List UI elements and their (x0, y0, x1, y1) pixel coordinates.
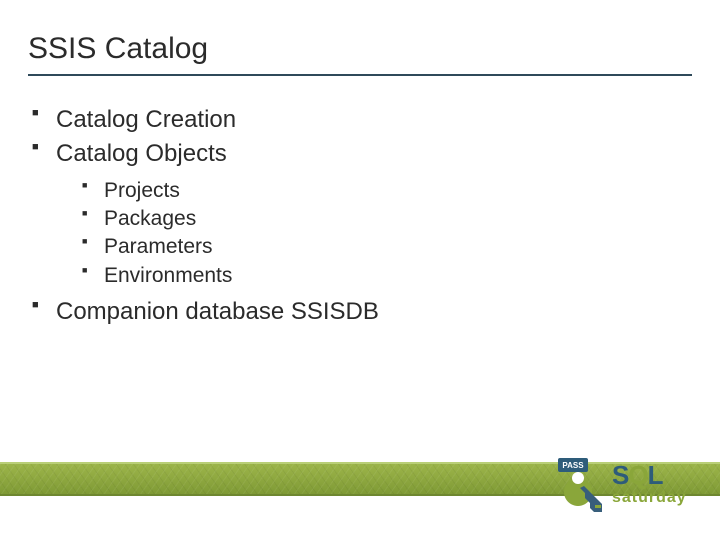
slide-title: SSIS Catalog (28, 32, 208, 66)
subbullet-parameters: Parameters (80, 233, 692, 261)
bullet-text: Packages (104, 207, 196, 230)
bullet-text: Environments (104, 264, 232, 287)
sql-saturday-logo: PASS SQL saturday (544, 452, 704, 522)
subbullet-projects: Projects (80, 177, 692, 205)
bullet-text: Projects (104, 179, 180, 202)
pass-label: PASS (562, 461, 584, 470)
subbullet-packages: Packages (80, 205, 692, 233)
bullet-text: Parameters (104, 235, 213, 258)
pass-tag-icon: PASS (558, 458, 588, 472)
svg-text:SQL: SQL (612, 460, 664, 490)
title-underline (28, 74, 692, 76)
content-area: Catalog Creation Catalog Objects Project… (28, 104, 692, 331)
wordmark: SQL saturday (612, 460, 687, 506)
bullet-catalog-creation: Catalog Creation (28, 104, 692, 136)
bullet-text: Catalog Creation (56, 106, 236, 133)
bullet-text: Companion database SSISDB (56, 298, 379, 325)
bullet-text: Catalog Objects (56, 140, 227, 167)
key-icon (564, 472, 602, 512)
saturday-text: saturday (612, 489, 687, 506)
slide: SSIS Catalog Catalog Creation Catalog Ob… (0, 0, 720, 540)
bullet-catalog-objects: Catalog Objects Projects Packages Parame… (28, 138, 692, 290)
subbullet-environments: Environments (80, 262, 692, 290)
bullet-companion-db: Companion database SSISDB (28, 296, 692, 328)
